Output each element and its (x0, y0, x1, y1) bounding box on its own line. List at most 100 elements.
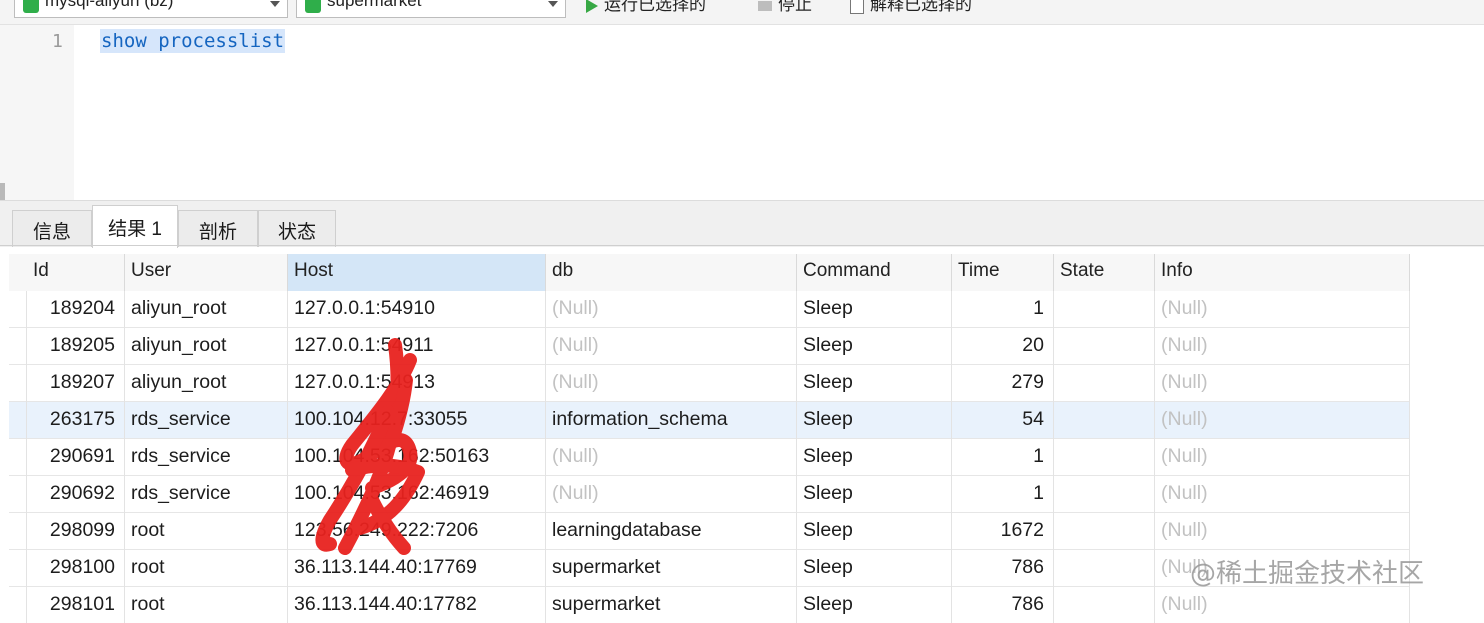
cell-time[interactable]: 54 (952, 402, 1054, 439)
column-header-state[interactable]: State (1054, 254, 1155, 291)
cell-command[interactable]: Sleep (797, 402, 952, 439)
column-header-db[interactable]: db (546, 254, 797, 291)
cell-time[interactable]: 1672 (952, 513, 1054, 550)
column-header-time[interactable]: Time (952, 254, 1054, 291)
cell-host[interactable]: 123.56.249.222:7206 (288, 513, 546, 550)
cell-db[interactable]: (Null) (546, 476, 797, 513)
cell-host[interactable]: 127.0.0.1:54911 (288, 328, 546, 365)
cell-command[interactable]: Sleep (797, 439, 952, 476)
cell-id[interactable]: 189205 (27, 328, 125, 365)
cell-info[interactable]: (Null) (1155, 587, 1410, 623)
cell-info[interactable]: (Null) (1155, 476, 1410, 513)
tab-status[interactable]: 状态 (258, 210, 336, 247)
sql-editor[interactable]: 1 show processlist (0, 25, 1484, 200)
sql-code-line[interactable]: show processlist (100, 29, 286, 53)
cell-id[interactable]: 189207 (27, 365, 125, 402)
cell-info[interactable]: (Null) (1155, 439, 1410, 476)
cell-state[interactable] (1054, 328, 1155, 365)
cell-command[interactable]: Sleep (797, 513, 952, 550)
cell-user[interactable]: root (125, 587, 288, 623)
cell-id[interactable]: 298100 (27, 550, 125, 587)
cell-time[interactable]: 279 (952, 365, 1054, 402)
cell-info[interactable]: (Null) (1155, 291, 1410, 328)
table-row[interactable]: 290692 rds_service 100.104.53.162:46919 … (9, 476, 1410, 513)
explain-selected-button[interactable]: 解释已选择的 (850, 0, 972, 14)
cell-host[interactable]: 100.104.53.162:50163 (288, 439, 546, 476)
cell-db[interactable]: supermarket (546, 587, 797, 623)
row-header[interactable] (9, 328, 27, 365)
table-row[interactable]: 263175 rds_service 100.104.12.7:33055 in… (9, 402, 1410, 439)
cell-user[interactable]: rds_service (125, 476, 288, 513)
run-selected-button[interactable]: 运行已选择的 (586, 0, 706, 14)
cell-user[interactable]: rds_service (125, 402, 288, 439)
table-row[interactable]: 189204 aliyun_root 127.0.0.1:54910 (Null… (9, 291, 1410, 328)
cell-user[interactable]: root (125, 513, 288, 550)
cell-id[interactable]: 189204 (27, 291, 125, 328)
cell-id[interactable]: 298099 (27, 513, 125, 550)
cell-host[interactable]: 100.104.53.162:46919 (288, 476, 546, 513)
cell-user[interactable]: aliyun_root (125, 365, 288, 402)
cell-command[interactable]: Sleep (797, 550, 952, 587)
column-header-info[interactable]: Info (1155, 254, 1410, 291)
cell-id[interactable]: 263175 (27, 402, 125, 439)
cell-state[interactable] (1054, 439, 1155, 476)
cell-db[interactable]: (Null) (546, 365, 797, 402)
cell-state[interactable] (1054, 476, 1155, 513)
column-header-host[interactable]: Host (288, 254, 546, 291)
database-select[interactable]: supermarket (296, 0, 566, 18)
cell-command[interactable]: Sleep (797, 365, 952, 402)
cell-command[interactable]: Sleep (797, 587, 952, 623)
cell-time[interactable]: 1 (952, 476, 1054, 513)
cell-host[interactable]: 127.0.0.1:54910 (288, 291, 546, 328)
cell-time[interactable]: 1 (952, 439, 1054, 476)
column-header-command[interactable]: Command (797, 254, 952, 291)
cell-host[interactable]: 36.113.144.40:17782 (288, 587, 546, 623)
cell-state[interactable] (1054, 513, 1155, 550)
cell-db[interactable]: (Null) (546, 328, 797, 365)
cell-db[interactable]: (Null) (546, 291, 797, 328)
cell-command[interactable]: Sleep (797, 476, 952, 513)
table-row[interactable]: 290691 rds_service 100.104.53.162:50163 … (9, 439, 1410, 476)
cell-user[interactable]: root (125, 550, 288, 587)
table-row[interactable]: 189207 aliyun_root 127.0.0.1:54913 (Null… (9, 365, 1410, 402)
cell-time[interactable]: 1 (952, 291, 1054, 328)
cell-db[interactable]: information_schema (546, 402, 797, 439)
cell-id[interactable]: 290692 (27, 476, 125, 513)
cell-id[interactable]: 290691 (27, 439, 125, 476)
cell-time[interactable]: 20 (952, 328, 1054, 365)
tab-info[interactable]: 信息 (12, 210, 92, 247)
cell-host[interactable]: 127.0.0.1:54913 (288, 365, 546, 402)
cell-state[interactable] (1054, 365, 1155, 402)
table-row[interactable]: 189205 aliyun_root 127.0.0.1:54911 (Null… (9, 328, 1410, 365)
connection-select[interactable]: mysql-aliyun (bz) (14, 0, 288, 18)
column-header-id[interactable]: Id (27, 254, 125, 291)
row-header[interactable] (9, 439, 27, 476)
cell-state[interactable] (1054, 550, 1155, 587)
cell-db[interactable]: supermarket (546, 550, 797, 587)
row-header[interactable] (9, 550, 27, 587)
table-row[interactable]: 298099 root 123.56.249.222:7206 learning… (9, 513, 1410, 550)
cell-state[interactable] (1054, 291, 1155, 328)
cell-command[interactable]: Sleep (797, 328, 952, 365)
row-header[interactable] (9, 365, 27, 402)
cell-host[interactable]: 36.113.144.40:17769 (288, 550, 546, 587)
cell-info[interactable]: (Null) (1155, 402, 1410, 439)
cell-user[interactable]: aliyun_root (125, 291, 288, 328)
table-row[interactable]: 298101 root 36.113.144.40:17782 supermar… (9, 587, 1410, 623)
cell-user[interactable]: rds_service (125, 439, 288, 476)
row-header[interactable] (9, 291, 27, 328)
cell-db[interactable]: learningdatabase (546, 513, 797, 550)
cell-db[interactable]: (Null) (546, 439, 797, 476)
cell-time[interactable]: 786 (952, 550, 1054, 587)
tab-result-1[interactable]: 结果 1 (92, 205, 178, 248)
cell-info[interactable]: (Null) (1155, 365, 1410, 402)
cell-command[interactable]: Sleep (797, 291, 952, 328)
stop-button[interactable]: 停止 (758, 0, 812, 14)
cell-info[interactable]: (Null) (1155, 328, 1410, 365)
cell-time[interactable]: 786 (952, 587, 1054, 623)
cell-id[interactable]: 298101 (27, 587, 125, 623)
row-header[interactable] (9, 476, 27, 513)
column-header-user[interactable]: User (125, 254, 288, 291)
cell-state[interactable] (1054, 402, 1155, 439)
cell-state[interactable] (1054, 587, 1155, 623)
